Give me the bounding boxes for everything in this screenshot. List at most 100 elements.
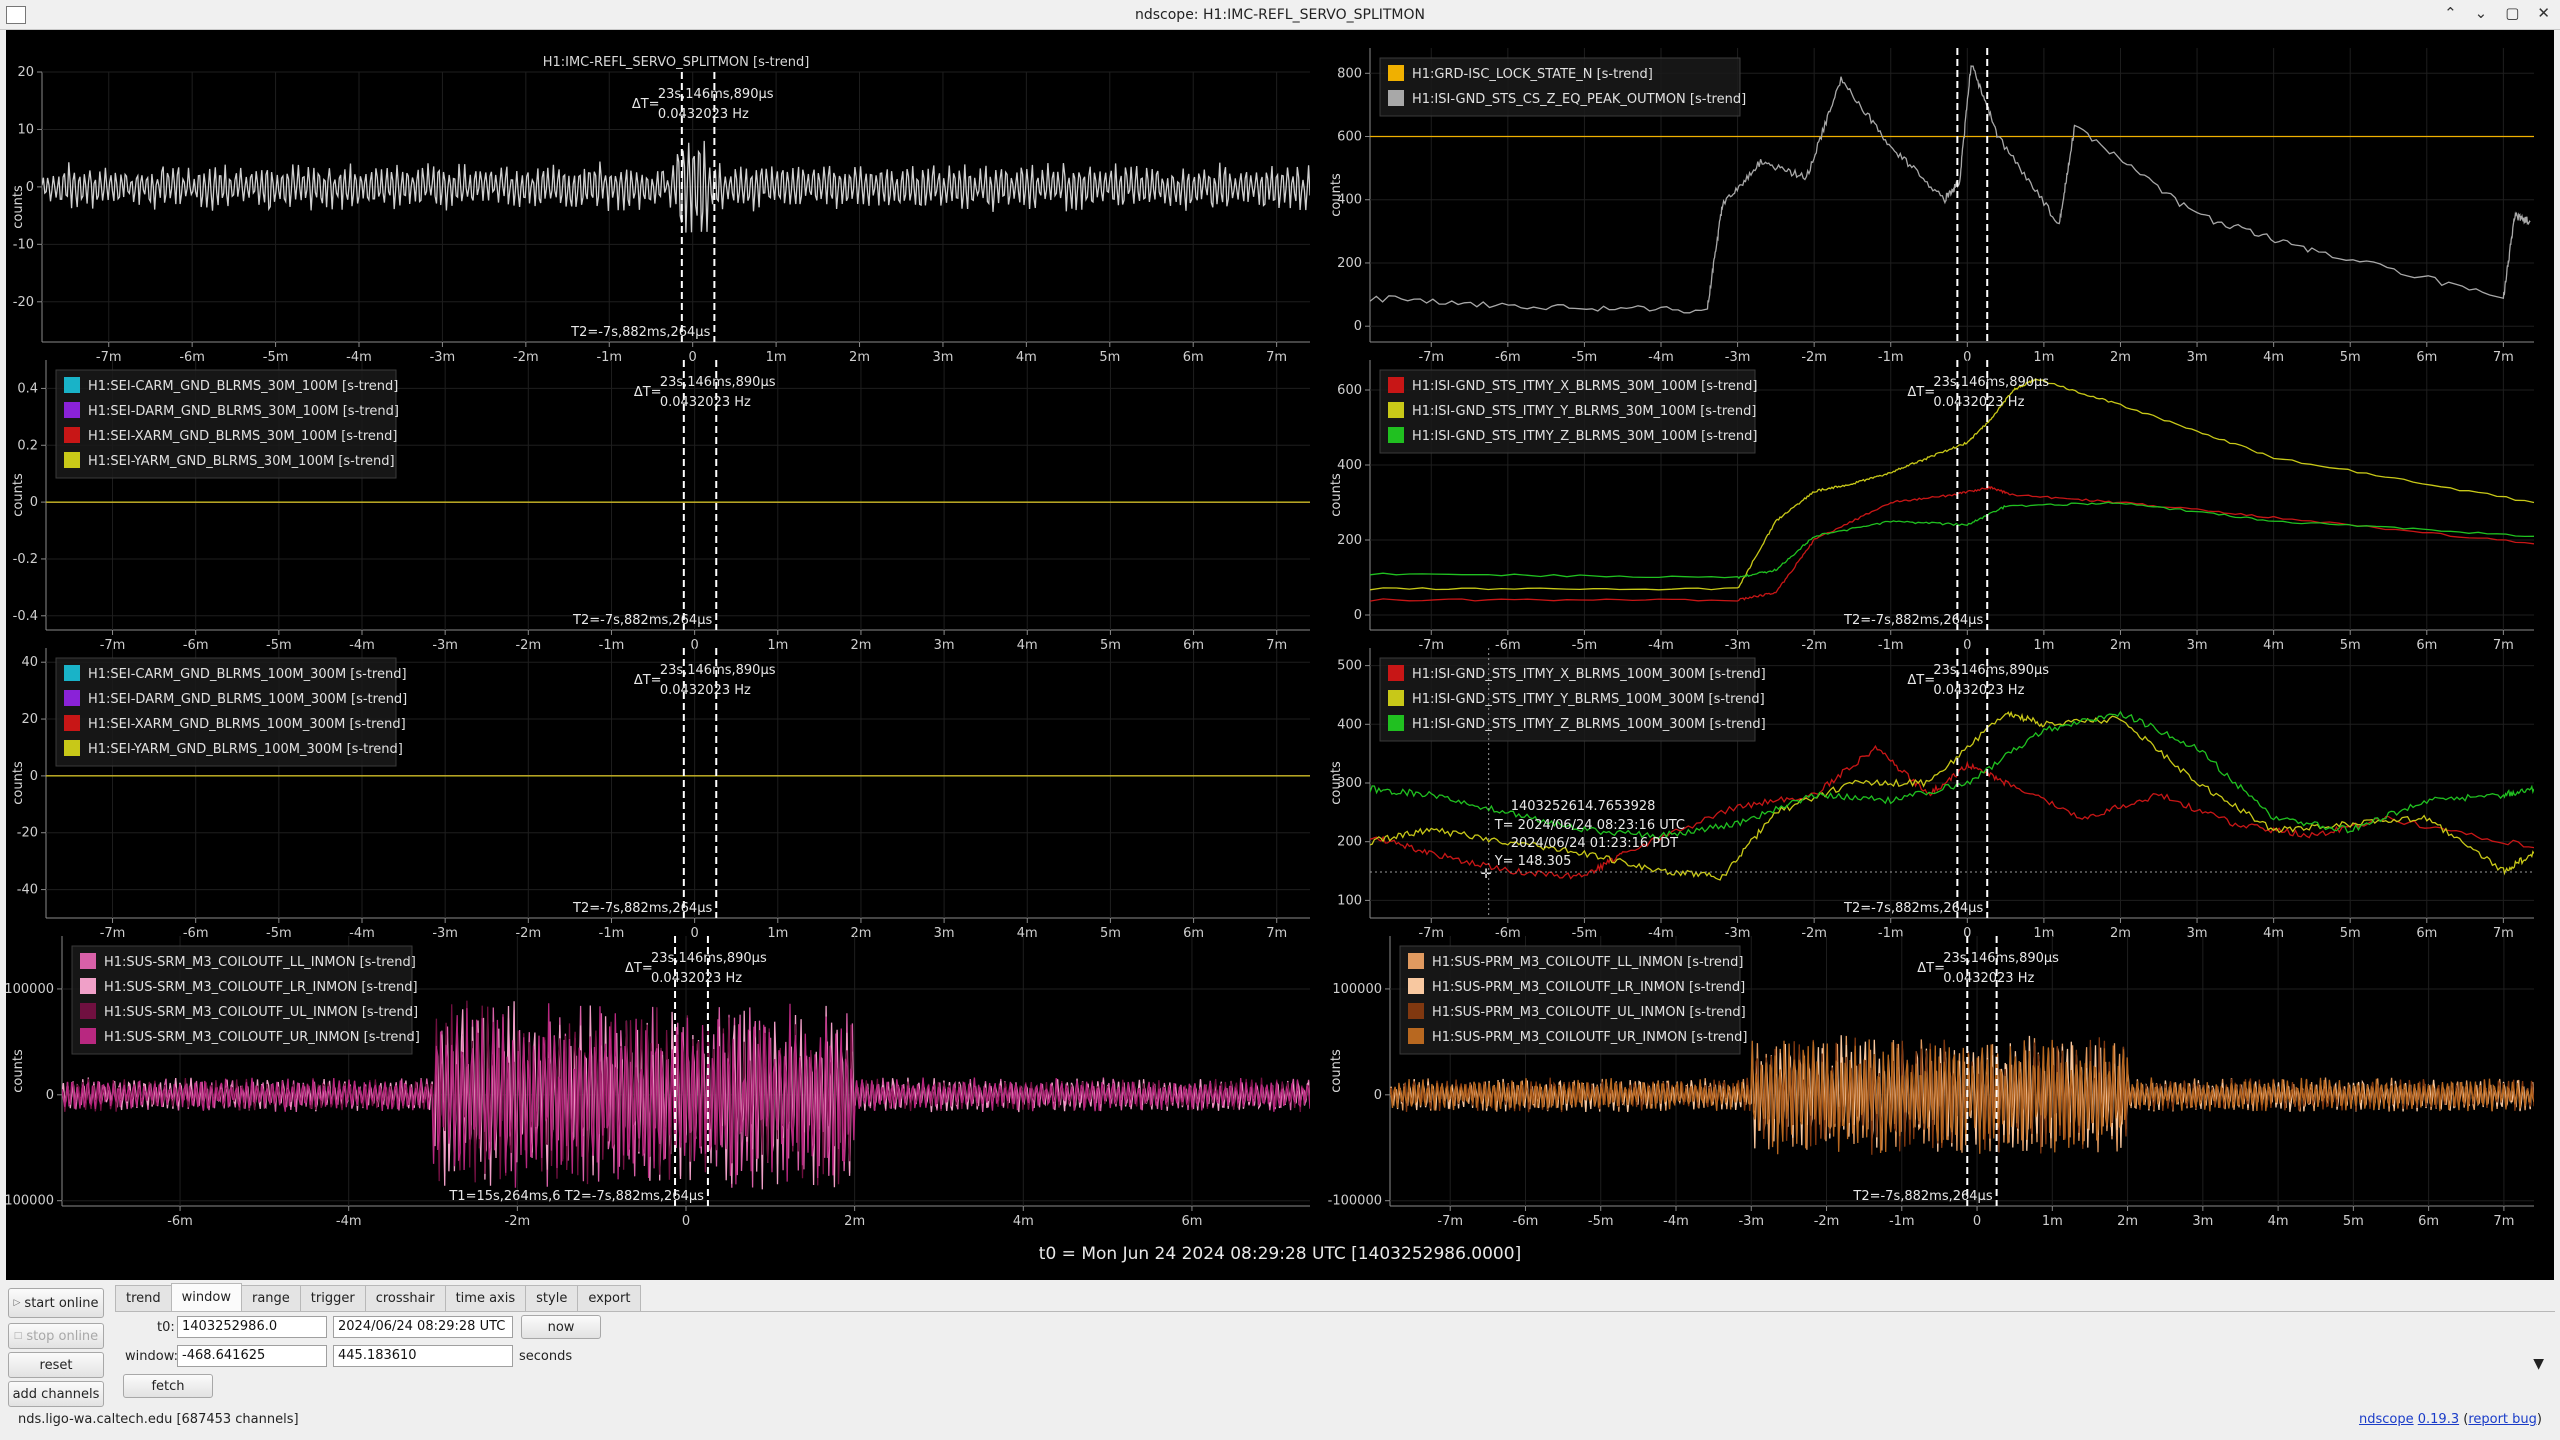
legend: H1:SEI-CARM_GND_BLRMS_100M_300M [s-trend…: [55, 657, 407, 767]
t0-utc-input[interactable]: 2024/06/24 08:29:28 UTC: [333, 1316, 513, 1338]
legend-entry[interactable]: H1:SUS-PRM_M3_COILOUTF_UR_INMON [s-trend…: [1432, 1030, 1747, 1045]
cursor-frequency: 0.0432023 Hz: [660, 395, 751, 410]
legend-swatch[interactable]: [1388, 427, 1404, 443]
t0-field-label: t0:: [157, 1320, 175, 1335]
tab-trigger[interactable]: trigger: [299, 1285, 366, 1311]
legend-swatch[interactable]: [1408, 1003, 1424, 1019]
now-button[interactable]: now: [521, 1315, 601, 1339]
stop-online-button[interactable]: □ stop online: [8, 1323, 104, 1349]
tab-export[interactable]: export: [577, 1285, 642, 1311]
plots-canvas[interactable]: -7m -6m -5m -4m -3m -2m -1m 0 1m 2m 3m 4m 5m 6m 7m 20 10…: [6, 30, 2554, 1280]
legend-swatch[interactable]: [64, 665, 80, 681]
legend-swatch[interactable]: [80, 978, 96, 994]
plot-1[interactable]: -7m -6m -5m -4m -3m -2m -1m 0 1m 2m 3m 4m 5m 6m 7m2010…: [11, 55, 1310, 365]
reset-button[interactable]: reset: [8, 1352, 104, 1378]
legend-swatch[interactable]: [1408, 1028, 1424, 1044]
legend-swatch[interactable]: [1388, 65, 1404, 81]
x-tick-label: -1m: [1889, 1214, 1915, 1229]
legend-entry[interactable]: H1:SUS-SRM_M3_COILOUTF_UL_INMON [s-trend…: [104, 1005, 418, 1020]
legend-swatch[interactable]: [64, 377, 80, 393]
legend-swatch[interactable]: [1388, 90, 1404, 106]
legend-entry[interactable]: H1:ISI-GND_STS_ITMY_Z_BLRMS_100M_300M [s…: [1412, 717, 1766, 732]
legend-entry[interactable]: H1:SEI-CARM_GND_BLRMS_30M_100M [s-trend]: [88, 379, 398, 394]
legend-entry[interactable]: H1:SEI-XARM_GND_BLRMS_30M_100M [s-trend]: [88, 429, 397, 444]
tab-window[interactable]: window: [170, 1283, 242, 1311]
maximize-icon[interactable]: ▢: [2505, 4, 2519, 22]
tab-range[interactable]: range: [240, 1285, 301, 1311]
plot-8[interactable]: -7m -6m -5m -4m -3m -2m -1m 0 1m 2m 3m 4m 5m 6m 7m 1000…: [1328, 936, 2534, 1229]
legend-swatch[interactable]: [1388, 690, 1404, 706]
legend-entry[interactable]: H1:ISI-GND_STS_ITMY_X_BLRMS_30M_100M [s-…: [1412, 379, 1757, 394]
legend-entry[interactable]: H1:ISI-GND_STS_ITMY_Y_BLRMS_100M_300M [s…: [1412, 692, 1765, 707]
legend-entry[interactable]: H1:GRD-ISC_LOCK_STATE_N [s-trend]: [1412, 67, 1653, 82]
legend-swatch[interactable]: [64, 715, 80, 731]
legend-entry[interactable]: H1:SEI-DARM_GND_BLRMS_30M_100M [s-trend]: [88, 404, 399, 419]
legend-swatch[interactable]: [1408, 953, 1424, 969]
minimize-icon[interactable]: ⌃: [2444, 4, 2457, 22]
report-bug-link[interactable]: report bug: [2468, 1412, 2537, 1427]
x-tick-label: -6m: [179, 350, 205, 365]
tab-time-axis[interactable]: time axis: [444, 1285, 527, 1311]
legend-entry[interactable]: H1:ISI-GND_STS_ITMY_X_BLRMS_100M_300M [s…: [1412, 667, 1766, 682]
legend-entry[interactable]: H1:SUS-SRM_M3_COILOUTF_LL_INMON [s-trend…: [104, 955, 416, 970]
cursor-frequency: 0.0432023 Hz: [651, 971, 742, 986]
legend-swatch[interactable]: [64, 452, 80, 468]
tab-trend[interactable]: trend: [115, 1285, 172, 1311]
legend-entry[interactable]: H1:SUS-PRM_M3_COILOUTF_UL_INMON [s-trend…: [1432, 1005, 1746, 1020]
cursor-delta-t: 23s,146ms,890μs: [651, 951, 767, 966]
window-start-input[interactable]: -468.641625: [177, 1345, 327, 1367]
legend-entry[interactable]: H1:ISI-GND_STS_ITMY_Z_BLRMS_30M_100M [s-…: [1412, 429, 1757, 444]
t0-gps-input[interactable]: 1403252986.0: [177, 1316, 327, 1338]
legend-entry[interactable]: H1:SEI-DARM_GND_BLRMS_100M_300M [s-trend…: [88, 692, 407, 707]
legend-entry[interactable]: H1:SUS-PRM_M3_COILOUTF_LR_INMON [s-trend…: [1432, 980, 1745, 995]
restore-icon[interactable]: ⌄: [2475, 4, 2488, 22]
plot-5[interactable]: -7m -6m -5m -4m -3m -2m -1m 0 1m 2m 3m 4m 5m 6m 7m 40 20…: [11, 648, 1310, 941]
collapse-icon[interactable]: ▼: [2533, 1356, 2544, 1372]
legend-entry[interactable]: H1:SUS-SRM_M3_COILOUTF_LR_INMON [s-trend…: [104, 980, 418, 995]
x-tick-label: -7m: [1437, 1214, 1463, 1229]
x-tick-label: -6m: [1513, 1214, 1539, 1229]
legend-entry[interactable]: H1:SEI-YARM_GND_BLRMS_30M_100M [s-trend]: [88, 454, 395, 469]
legend-entry[interactable]: H1:SEI-XARM_GND_BLRMS_100M_300M [s-trend…: [88, 717, 406, 732]
legend-entry[interactable]: H1:ISI-GND_STS_ITMY_Y_BLRMS_30M_100M [s-…: [1412, 404, 1756, 419]
legend-swatch[interactable]: [64, 690, 80, 706]
plot-2[interactable]: -7m -6m -5m -4m -3m -2m -1m 0 1m 2m 3m 4m 5m 6m 7m8006…: [1329, 48, 2534, 365]
tab-crosshair[interactable]: crosshair: [364, 1285, 446, 1311]
legend-swatch[interactable]: [80, 1028, 96, 1044]
x-tick-label: -5m: [1588, 1214, 1614, 1229]
plot-3[interactable]: -7m -6m -5m -4m -3m -2m -1m 0 1m 2m 3m 4m 5m 6m 7m0.40…: [11, 360, 1310, 653]
legend-swatch[interactable]: [1408, 978, 1424, 994]
add-channels-button[interactable]: add channels: [8, 1381, 104, 1407]
legend-swatch[interactable]: [1388, 665, 1404, 681]
legend-swatch[interactable]: [1388, 715, 1404, 731]
y-tick-label: 10: [17, 122, 34, 137]
plot-6[interactable]: -7m -6m -5m -4m -3m -2m -1m 0 1m 2m 3m 4m 5m 6m 7m5004…: [1329, 648, 2534, 941]
cursor-frequency: 0.0432023 Hz: [1943, 971, 2034, 986]
start-online-button[interactable]: ▷ start online: [8, 1288, 104, 1318]
legend-swatch[interactable]: [80, 1003, 96, 1019]
window-end-input[interactable]: 445.183610: [333, 1345, 513, 1367]
legend-entry[interactable]: H1:SEI-YARM_GND_BLRMS_100M_300M [s-trend…: [88, 742, 403, 757]
legend-entry[interactable]: H1:SEI-CARM_GND_BLRMS_100M_300M [s-trend…: [88, 667, 407, 682]
plot-area[interactable]: -7m -6m -5m -4m -3m -2m -1m 0 1m 2m 3m 4m 5m 6m 7m 20 10…: [6, 30, 2554, 1280]
plot-7[interactable]: -6m -4m -2m 0 2m 4m 6m 100000 0 -100000 counts ΔT=2…: [6, 936, 1310, 1229]
plot-4[interactable]: -7m -6m -5m -4m -3m -2m -1m 0 1m 2m 3m 4m 5m 6m 7m6004…: [1329, 360, 2534, 653]
t0-label: t0 = Mon Jun 24 2024 08:29:28 UTC [14032…: [1038, 1244, 1522, 1264]
legend-swatch[interactable]: [64, 427, 80, 443]
legend-swatch[interactable]: [64, 740, 80, 756]
fetch-button[interactable]: fetch: [123, 1374, 213, 1398]
legend-swatch[interactable]: [1388, 377, 1404, 393]
legend-swatch[interactable]: [64, 402, 80, 418]
window-tab-panel: t0: 1403252986.0 2024/06/24 08:29:28 UTC…: [115, 1311, 2555, 1407]
y-tick-label: 40: [21, 655, 38, 670]
ndscope-link[interactable]: ndscope: [2359, 1412, 2414, 1427]
close-icon[interactable]: ✕: [2537, 4, 2550, 22]
tab-style[interactable]: style: [525, 1285, 579, 1311]
legend-entry[interactable]: H1:SUS-PRM_M3_COILOUTF_LL_INMON [s-trend…: [1432, 955, 1743, 970]
legend-swatch[interactable]: [1388, 402, 1404, 418]
legend-entry[interactable]: H1:ISI-GND_STS_CS_Z_EQ_PEAK_OUTMON [s-tr…: [1412, 92, 1746, 107]
legend-entry[interactable]: H1:SUS-SRM_M3_COILOUTF_UR_INMON [s-trend…: [104, 1030, 420, 1045]
legend-swatch[interactable]: [80, 953, 96, 969]
version-link[interactable]: 0.19.3: [2418, 1412, 2459, 1427]
x-tick-label: 2m: [2117, 1214, 2138, 1229]
